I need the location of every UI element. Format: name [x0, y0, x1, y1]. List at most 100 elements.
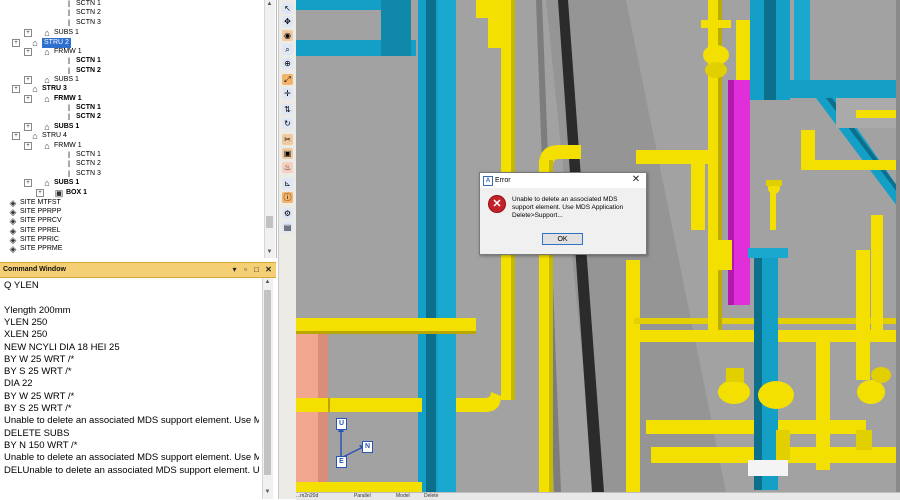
command-output-line: BY W 25 WRT /* [4, 353, 75, 365]
expand-toggle-icon[interactable]: + [24, 123, 32, 131]
valve [718, 380, 750, 404]
tree-item[interactable]: I SCTN 2 [0, 112, 264, 122]
scale-icon[interactable]: ⇅ [282, 104, 293, 115]
settings-icon[interactable]: ⚙ [282, 208, 293, 219]
tree-item-label: SCTN 1 [76, 57, 101, 64]
tree-item-label: SCTN 3 [76, 19, 101, 26]
close-icon[interactable]: ✕ [630, 174, 642, 186]
tree-item[interactable]: + ⌂ STRU 3 [0, 84, 264, 94]
command-output-line [4, 292, 259, 304]
expand-toggle-icon[interactable]: + [36, 189, 44, 197]
orbit-icon[interactable]: ◉ [282, 30, 293, 41]
info-icon[interactable]: ⓘ [282, 192, 293, 203]
section-icon: I [67, 56, 71, 66]
command-output-line: DELUnable to delete an associated MDS su… [4, 464, 259, 476]
pipe-support [748, 248, 788, 258]
section-icon: I [67, 112, 71, 122]
zoom-icon[interactable]: ⊕ [282, 58, 293, 69]
expand-toggle-icon[interactable]: + [12, 85, 20, 93]
tree-item[interactable]: + ⌂ SUBS 1 [0, 178, 264, 188]
pan-icon[interactable]: ✥ [282, 16, 293, 27]
error-dialog: A Error ✕ ✕ Unable to delete an associat… [479, 172, 647, 255]
tree-item-label: SITE PPRCV [20, 217, 62, 224]
tree-item-label: SUBS 1 [54, 179, 80, 186]
tree-item[interactable]: +◈SITE PPRME [0, 244, 264, 254]
section-icon: I [67, 8, 71, 18]
command-output-line: YLEN 250 [4, 316, 48, 328]
scroll-up-icon[interactable]: ▲ [263, 278, 272, 287]
error-message: Unable to delete an associated MDS suppo… [512, 196, 624, 219]
measure-icon[interactable]: ⊾ [282, 178, 293, 189]
maximize-icon[interactable]: □ [252, 265, 261, 274]
command-window-titlebar: Command Window ▾ ▫ □ ✕ [0, 262, 276, 278]
expand-toggle-icon[interactable]: + [12, 39, 20, 47]
tree-item[interactable]: + ⌂ SUBS 1 [0, 28, 264, 38]
clip-icon[interactable]: ✂ [282, 134, 293, 145]
pipe [296, 318, 476, 332]
valve [758, 381, 794, 409]
command-output-line: XLEN 250 [4, 329, 48, 341]
tree-item-label: STRU 4 [42, 132, 67, 139]
app-icon: A [483, 176, 493, 186]
scroll-thumb[interactable] [266, 216, 273, 228]
select-icon[interactable]: ↖ [282, 3, 293, 14]
vertical-toolbar: ↖ ✥ ◉ ⌕ ⊕ ⤢ ✛ ⇅ ↻ ✂ ▣ ♨ ⊾ ⓘ ⚙ ▤ [278, 0, 297, 499]
tree-scrollbar[interactable]: ▲ ▼ [264, 0, 275, 258]
box-icon: ▣ [54, 188, 64, 198]
tree-item[interactable]: I SCTN 2 [0, 8, 264, 18]
expand-toggle-icon[interactable]: + [24, 76, 32, 84]
axis-east-label: E [336, 456, 347, 468]
tree-item-label: SUBS 1 [54, 29, 79, 36]
move-icon[interactable]: ✛ [282, 88, 293, 99]
command-window-title: Command Window [3, 266, 66, 273]
model-explorer-tree[interactable]: I SCTN 1 I SCTN 2 I SCTN 3 + ⌂ SUBS 1 + ⌂ STRU 2 + ⌂ F… [0, 0, 277, 258]
command-output-line: DELETE SUBS [4, 427, 70, 439]
scroll-down-icon[interactable]: ▼ [265, 248, 274, 257]
walk-icon[interactable]: ⤢ [282, 74, 293, 85]
scroll-thumb[interactable] [264, 290, 271, 475]
expand-toggle-icon[interactable]: + [24, 142, 32, 150]
tree-item[interactable]: + ▣ BOX 1 [0, 188, 264, 198]
site-icon: ◈ [9, 216, 17, 226]
ok-button[interactable]: OK [542, 233, 583, 245]
close-icon[interactable]: ✕ [264, 265, 273, 274]
subframe-icon: ⌂ [44, 178, 50, 188]
expand-toggle-icon[interactable]: + [12, 132, 20, 140]
expand-toggle-icon[interactable]: + [24, 95, 32, 103]
tree-item[interactable]: I SCTN 1 [0, 56, 264, 66]
pipe [626, 260, 640, 492]
expand-toggle-icon[interactable]: + [24, 48, 32, 56]
command-output-line: BY N 150 WRT /* [4, 439, 78, 451]
expand-toggle-icon[interactable]: + [24, 179, 32, 187]
scroll-up-icon[interactable]: ▲ [265, 0, 274, 9]
expand-toggle-icon[interactable]: + [24, 29, 32, 37]
section-icon: I [67, 18, 71, 28]
command-output-line: Q YLEN [4, 280, 39, 291]
capture-icon[interactable]: ▣ [282, 148, 293, 159]
structure-icon: ⌂ [32, 131, 38, 141]
dropdown-icon[interactable]: ▾ [230, 265, 239, 274]
error-icon: ✕ [488, 195, 506, 213]
zoom-window-icon[interactable]: ⌕ [282, 44, 293, 55]
tree-item[interactable]: +◈SITE PPRCV [0, 216, 264, 226]
command-window-output[interactable]: Q YLEN Ylength 200mm YLEN 250 XLEN 250 NEW N… [0, 278, 276, 499]
fire-icon[interactable]: ♨ [282, 162, 293, 173]
dialog-titlebar[interactable]: A Error ✕ [480, 173, 646, 188]
valve [857, 380, 885, 404]
minimize-icon[interactable]: ▫ [241, 265, 250, 274]
command-window-scrollbar[interactable]: ▲ ▼ [262, 278, 273, 499]
tree-item[interactable]: + ⌂ STRU 4 [0, 131, 264, 141]
rotate-icon[interactable]: ↻ [282, 118, 293, 129]
command-output-line: NEW NCYLI DIA 18 HEI 25 [4, 341, 120, 353]
tree-item-label: STRU 3 [42, 85, 67, 92]
axis-up-label: U [336, 418, 347, 430]
tree-item-label: SCTN 2 [76, 113, 101, 120]
tree-item-label: SITE PPRME [20, 245, 63, 252]
tree-item-label: SCTN 2 [76, 9, 101, 16]
scroll-down-icon[interactable]: ▼ [263, 488, 272, 497]
site-icon: ◈ [9, 244, 17, 254]
tree-item[interactable]: I SCTN 3 [0, 18, 264, 28]
view-icon[interactable]: ▤ [282, 222, 293, 233]
tree-item[interactable]: I SCTN 2 [0, 159, 264, 169]
command-output-line: BY S 25 WRT /* [4, 366, 72, 378]
